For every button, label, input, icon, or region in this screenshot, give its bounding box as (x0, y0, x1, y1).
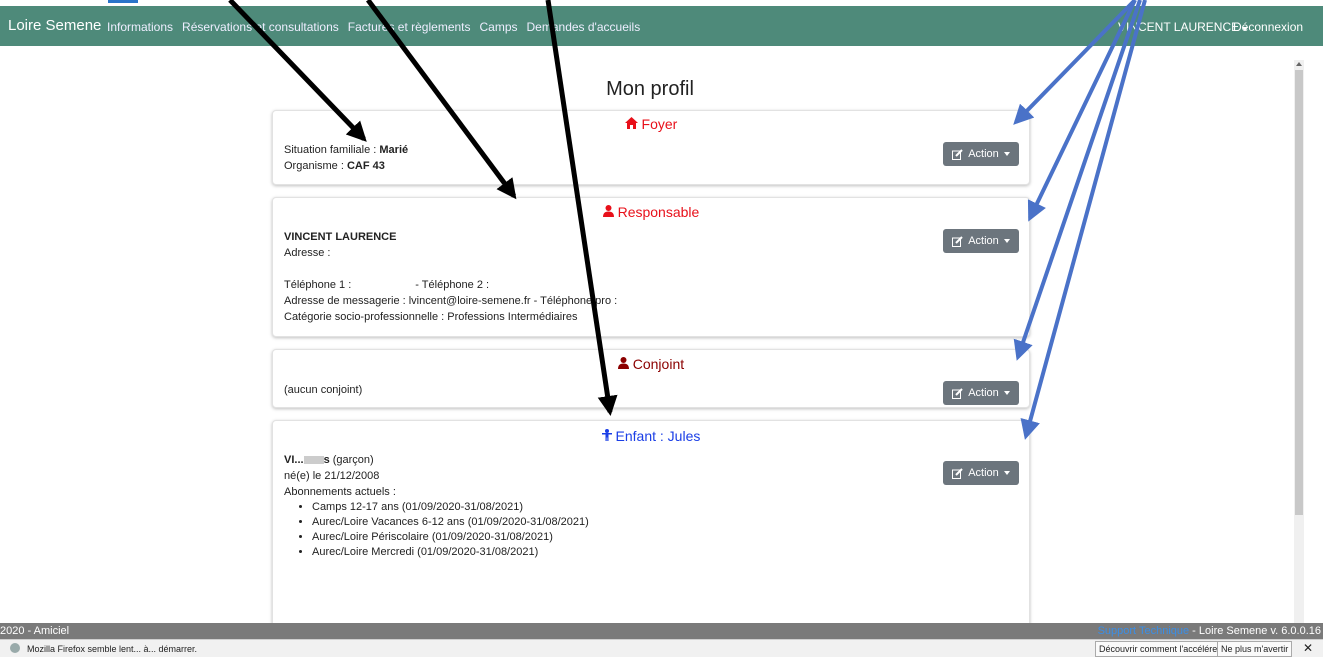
navbar: Loire Semene Informations Réservations e… (0, 6, 1323, 46)
footer-copyright: 2020 - Amiciel (0, 625, 70, 637)
action-button-responsable[interactable]: Action (943, 229, 1019, 253)
chevron-down-icon (1003, 471, 1010, 475)
card-enfant-body: VI... s (garçon) né(e) le 21/12/2008 Abon… (284, 452, 589, 560)
footer-version: - Loire Semene v. 6.0.0.16 (1189, 625, 1321, 637)
footer: 2020 - Amiciel Support Technique - Loire… (0, 623, 1323, 639)
nav-item-demandes[interactable]: Demandes d'accueils (527, 20, 641, 34)
list-item: Aurec/Loire Périscolaire (01/09/2020-31/… (312, 530, 589, 545)
card-foyer: Foyer Situation familiale : Marié Organi… (272, 110, 1030, 185)
scrollbar[interactable] (1294, 60, 1304, 623)
nav-item-informations[interactable]: Informations (107, 20, 173, 34)
situation-value: Marié (379, 144, 409, 156)
blue-arrows (1013, 0, 1147, 440)
speedup-button[interactable]: Découvrir comment l'accélérer (1095, 641, 1225, 657)
close-icon[interactable]: ✕ (1303, 641, 1313, 655)
blue-arrow (1013, 0, 1142, 361)
action-button-foyer[interactable]: Action (943, 142, 1019, 166)
chevron-down-icon (1003, 152, 1010, 156)
card-foyer-body: Situation familiale : Marié Organisme : … (284, 144, 409, 172)
edit-icon (952, 387, 963, 399)
list-item: Aurec/Loire Vacances 6-12 ans (01/09/202… (312, 515, 589, 530)
firefox-message: Mozilla Firefox semble lent... à... déma… (27, 644, 198, 654)
user-icon (617, 357, 629, 369)
card-conjoint-title: Conjoint (273, 356, 1029, 372)
user-icon (602, 205, 614, 217)
dont-warn-button[interactable]: Ne plus m'avertir (1217, 641, 1293, 657)
organisme-value: CAF 43 (346, 160, 385, 172)
page-title: Mon profil (606, 78, 694, 100)
top-link-fragment (108, 0, 138, 3)
conjoint-text: (aucun conjoint) (284, 384, 363, 396)
edit-icon (952, 148, 963, 160)
responsable-name: VINCENT LAURENCE (284, 231, 397, 243)
firefox-icon (10, 643, 20, 653)
card-responsable-title: Responsable (273, 204, 1029, 220)
user-name: VINCENT LAURENCE (1118, 20, 1240, 34)
chevron-down-icon (1003, 391, 1010, 395)
edit-icon (952, 467, 963, 479)
card-responsable: Responsable VINCENT LAURENCE Adresse : T… (272, 197, 1030, 337)
support-link[interactable]: Support Technique (1098, 625, 1190, 637)
abonnements-list: Camps 12-17 ans (01/09/2020-31/08/2021) … (284, 500, 589, 560)
redacted-block (303, 456, 324, 465)
card-foyer-title: Foyer (273, 116, 1029, 132)
home-icon (624, 117, 638, 129)
child-name: VI... s (284, 454, 330, 466)
nav-item-camps[interactable]: Camps (480, 20, 518, 34)
action-button-conjoint[interactable]: Action (943, 381, 1019, 405)
nav-menu: Informations Réservations et consultatio… (107, 20, 640, 34)
nav-item-factures[interactable]: Factures et règlements (348, 20, 471, 34)
edit-icon (952, 235, 963, 247)
card-enfant: Enfant : Jules VI... s (garçon) né(e) le … (272, 420, 1030, 632)
blue-arrow (1020, 0, 1147, 440)
user-menu[interactable]: VINCENT LAURENCE (1118, 20, 1249, 34)
nav-item-reservations[interactable]: Réservations et consultations (182, 20, 339, 34)
child-icon (601, 429, 612, 441)
logout-link[interactable]: Déconnexion (1233, 20, 1303, 34)
scroll-up-icon[interactable] (1296, 62, 1302, 66)
list-item: Camps 12-17 ans (01/09/2020-31/08/2021) (312, 500, 589, 515)
card-responsable-body: VINCENT LAURENCE Adresse : Téléphone 1 :… (284, 231, 618, 323)
action-button-enfant[interactable]: Action (943, 461, 1019, 485)
firefox-notification-bar: Mozilla Firefox semble lent... à... déma… (0, 639, 1323, 657)
footer-right: Support Technique - Loire Semene v. 6.0.… (1098, 625, 1321, 637)
card-enfant-title: Enfant : Jules (273, 428, 1029, 444)
list-item: Aurec/Loire Mercredi (01/09/2020-31/08/2… (312, 545, 589, 560)
scrollbar-thumb[interactable] (1295, 70, 1303, 515)
card-conjoint: Conjoint (aucun conjoint) Action (272, 349, 1030, 408)
brand-link[interactable]: Loire Semene (8, 17, 101, 34)
chevron-down-icon (1003, 239, 1010, 243)
